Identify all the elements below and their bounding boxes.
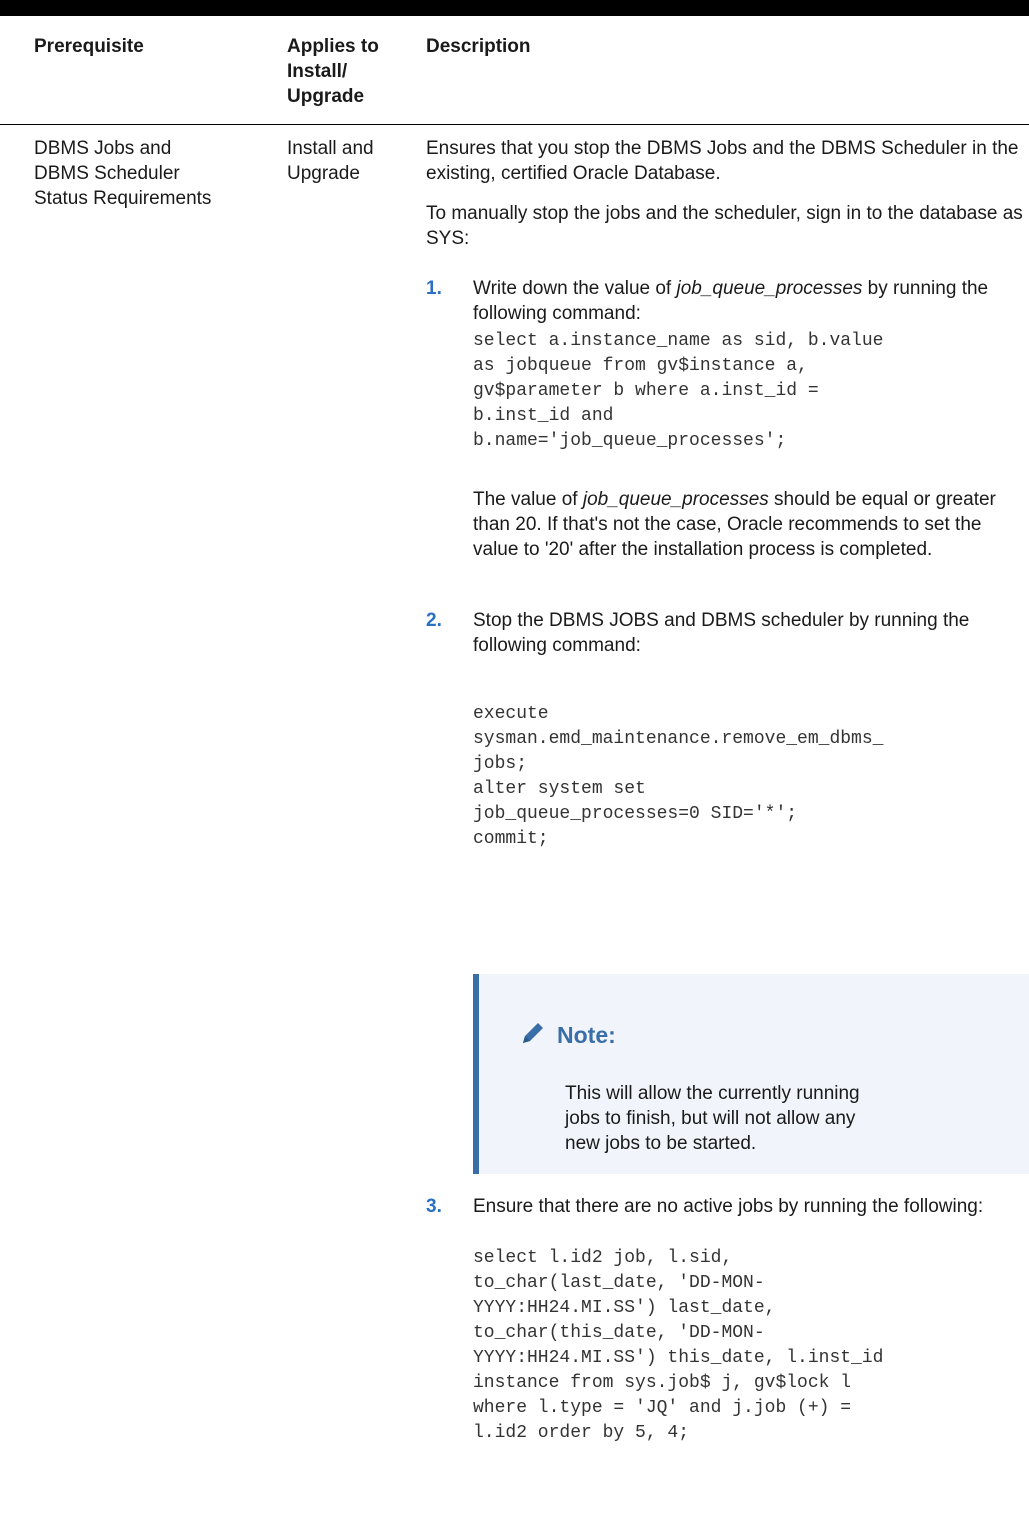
step-3-text: Ensure that there are no active jobs by … — [473, 1196, 984, 1217]
prerequisite-line: Status Requirements — [34, 188, 212, 209]
header-divider — [0, 124, 1029, 125]
step-3-number: 3. — [426, 1196, 442, 1217]
step-1-followup-parameter: job_queue_processes — [582, 489, 769, 510]
column-header-applies-line: Upgrade — [287, 86, 365, 107]
prerequisite-cell: DBMS Jobs and DBMS Scheduler Status Requ… — [34, 136, 211, 211]
column-header-prerequisite: Prerequisite — [34, 36, 144, 57]
step-1-followup: The value of job_queue_processes should … — [473, 487, 1028, 562]
description-instructions: To manually stop the jobs and the schedu… — [426, 203, 1023, 249]
step-1-code: select a.instance_name as sid, b.value a… — [473, 331, 884, 451]
note-title: Note: — [557, 1022, 616, 1048]
column-header-description: Description — [426, 36, 531, 57]
pencil-icon — [519, 1019, 547, 1052]
applies-line: Install and — [287, 138, 374, 159]
note-text: This will allow the currently running jo… — [565, 1083, 860, 1154]
column-header-applies-line: Applies to — [287, 36, 379, 57]
top-rule — [0, 0, 1029, 16]
step-1-text: Write down the value of job_queue_proces… — [473, 276, 1028, 326]
step-1-text-lead: Write down the value of — [473, 278, 677, 299]
step-2-number: 2. — [426, 610, 442, 631]
prerequisite-line: DBMS Scheduler — [34, 163, 180, 184]
applies-cell: Install and Upgrade — [287, 136, 374, 186]
step-2-text: Stop the DBMS JOBS and DBMS scheduler by… — [473, 610, 970, 656]
applies-line: Upgrade — [287, 163, 360, 184]
step-1-number: 1. — [426, 278, 442, 299]
prerequisite-line: DBMS Jobs and — [34, 138, 172, 159]
step-1-parameter: job_queue_processes — [676, 278, 863, 299]
column-header-applies: Applies to Install/ Upgrade — [287, 34, 379, 109]
step-3-code: select l.id2 job, l.sid, to_char(last_da… — [473, 1248, 884, 1443]
description-intro: Ensures that you stop the DBMS Jobs and … — [426, 138, 1019, 184]
column-header-applies-line: Install/ — [287, 61, 348, 82]
step-2-code: execute sysman.emd_maintenance.remove_em… — [473, 704, 884, 849]
note-header: Note: — [519, 1019, 616, 1052]
step-1-followup-lead: The value of — [473, 489, 583, 510]
note-callout: Note: This will allow the currently runn… — [473, 974, 1029, 1174]
